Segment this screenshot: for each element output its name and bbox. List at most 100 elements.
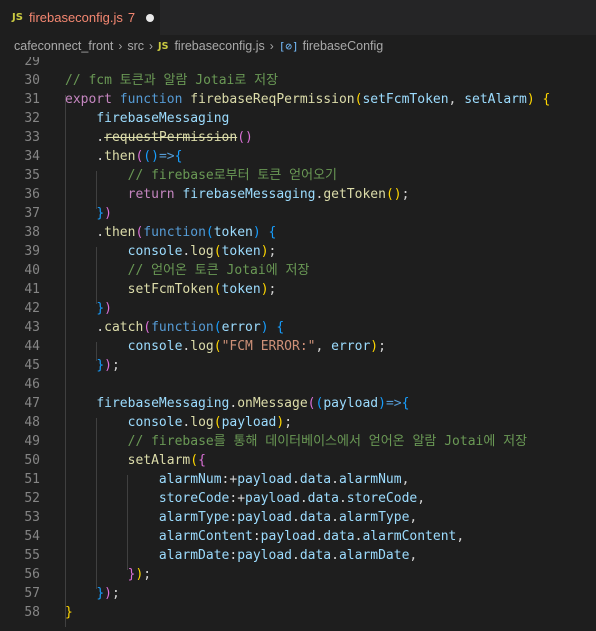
code-line[interactable]: 57 });	[0, 584, 596, 603]
code-editor[interactable]: 29 30 // fcm 토큰과 알람 Jotai로 저장 31 export func…	[0, 57, 596, 631]
code-token: firebaseMessaging	[96, 111, 230, 126]
code-token: )	[252, 225, 261, 240]
code-line[interactable]: 33 .requestPermission()	[0, 128, 596, 147]
code-line[interactable]: 54 alarmContent:payload.data.alarmConten…	[0, 527, 596, 546]
code-token: .	[292, 510, 300, 525]
unsaved-dot-icon[interactable]	[146, 13, 155, 22]
code-token: }	[96, 206, 105, 221]
code-token: error	[221, 320, 261, 335]
code-line[interactable]: 46	[0, 375, 596, 394]
code-token: }	[96, 358, 105, 373]
breadcrumb-symbol[interactable]: firebaseConfig	[303, 39, 384, 53]
code-token: ;	[401, 187, 410, 202]
line-number: 38	[24, 225, 40, 240]
code-token: alarmDate	[338, 548, 410, 563]
code-token: storeCode	[346, 491, 418, 506]
code-line[interactable]: 52 storeCode:+payload.data.storeCode,	[0, 489, 596, 508]
code-token: ,	[409, 510, 418, 525]
code-token: ,	[315, 339, 332, 354]
line-number: 54	[24, 529, 40, 544]
breadcrumb-file[interactable]: firebaseconfig.js	[174, 39, 264, 53]
code-token: // fcm 토큰과 알람 Jotai로 저장	[65, 73, 279, 88]
code-token: export	[65, 92, 112, 107]
code-line[interactable]: 44 console.log("FCM ERROR:", error);	[0, 337, 596, 356]
code-text: });	[65, 356, 119, 375]
code-token: alarmType	[338, 510, 410, 525]
code-token: data	[299, 472, 332, 487]
code-line[interactable]: 34 .then(()=>{	[0, 147, 596, 166]
line-number: 45	[24, 358, 40, 373]
line-number: 50	[24, 453, 40, 468]
code-token: (	[213, 244, 222, 259]
code-token: then	[104, 225, 136, 240]
code-token: :	[252, 529, 261, 544]
code-token: alarmContent	[362, 529, 457, 544]
code-line[interactable]: 42 })	[0, 299, 596, 318]
line-number: 58	[24, 605, 40, 620]
code-line[interactable]: 35 // firebase로부터 토큰 얻어오기	[0, 166, 596, 185]
code-line[interactable]: 32 firebaseMessaging	[0, 109, 596, 128]
code-text: // firebase를 통해 데이터베이스에서 얻어온 알람 Jotai에 저…	[65, 432, 527, 451]
code-line[interactable]: 41 setFcmToken(token);	[0, 280, 596, 299]
code-text: .then(()=>{	[65, 147, 182, 166]
code-token: }	[96, 586, 105, 601]
code-text: console.log(payload);	[65, 413, 292, 432]
code-token: :+	[229, 491, 246, 506]
code-line[interactable]: 48 console.log(payload);	[0, 413, 596, 432]
code-line[interactable]: 47 firebaseMessaging.onMessage((payload)…	[0, 394, 596, 413]
code-line[interactable]: 50 setAlarm({	[0, 451, 596, 470]
line-number: 51	[24, 472, 40, 487]
code-line[interactable]: 30 // fcm 토큰과 알람 Jotai로 저장	[0, 71, 596, 90]
code-token: payload	[260, 529, 316, 544]
tab-label: firebaseconfig.js	[28, 10, 123, 25]
code-line[interactable]: 37 })	[0, 204, 596, 223]
code-line[interactable]: 51 alarmNum:+payload.data.alarmNum,	[0, 470, 596, 489]
code-text: alarmContent:payload.data.alarmContent,	[65, 527, 464, 546]
code-line[interactable]: 45 });	[0, 356, 596, 375]
code-line[interactable]: 31 export function firebaseReqPermission(…	[0, 90, 596, 109]
code-token: payload	[323, 396, 379, 411]
line-number: 30	[24, 73, 40, 88]
code-token: setFcmToken	[127, 282, 214, 297]
code-token: ()	[237, 130, 253, 145]
code-token: =>	[385, 396, 402, 411]
breadcrumb-folder-src[interactable]: src	[127, 39, 144, 53]
code-token: {	[401, 396, 410, 411]
code-line[interactable]: 36 return firebaseMessaging.getToken();	[0, 185, 596, 204]
javascript-file-icon: JS	[158, 40, 169, 52]
code-line[interactable]: 38 .then(function(token) {	[0, 223, 596, 242]
code-line[interactable]: 55 alarmDate:payload.data.alarmDate,	[0, 546, 596, 565]
line-number: 44	[24, 339, 40, 354]
code-token: ,	[456, 529, 465, 544]
code-line[interactable]: 40 // 얻어온 토큰 Jotai에 저장	[0, 261, 596, 280]
code-token: payload	[237, 472, 292, 487]
breadcrumb-folder-cafeconnect[interactable]: cafeconnect_front	[14, 39, 113, 53]
chevron-right-icon: ›	[269, 39, 274, 53]
code-line[interactable]: 29	[0, 57, 596, 71]
line-number: 53	[24, 510, 40, 525]
code-token: ;	[284, 415, 293, 430]
code-line[interactable]: 58}	[0, 603, 596, 622]
code-token: error	[331, 339, 371, 354]
code-line[interactable]: 39 console.log(token);	[0, 242, 596, 261]
line-number: 36	[24, 187, 40, 202]
code-token: console	[127, 244, 183, 259]
tab-firebaseconfig[interactable]: JS firebaseconfig.js 7	[0, 0, 160, 35]
code-line[interactable]: 53 alarmType:payload.data.alarmType,	[0, 508, 596, 527]
code-token: setAlarm	[464, 92, 527, 107]
line-number: 57	[24, 586, 40, 601]
code-text: return firebaseMessaging.getToken();	[65, 185, 410, 204]
code-token: alarmNum	[158, 472, 222, 487]
code-line[interactable]: 49 // firebase를 통해 데이터베이스에서 얻어온 알람 Jotai…	[0, 432, 596, 451]
code-token: ,	[401, 472, 410, 487]
code-line[interactable]: 56 });	[0, 565, 596, 584]
code-token: (	[213, 282, 222, 297]
line-number: 39	[24, 244, 40, 259]
code-line[interactable]: 43 .catch(function(error) {	[0, 318, 596, 337]
code-token: (	[205, 225, 214, 240]
code-token: ()	[143, 149, 159, 164]
line-number: 55	[24, 548, 40, 563]
code-token: then	[104, 149, 136, 164]
